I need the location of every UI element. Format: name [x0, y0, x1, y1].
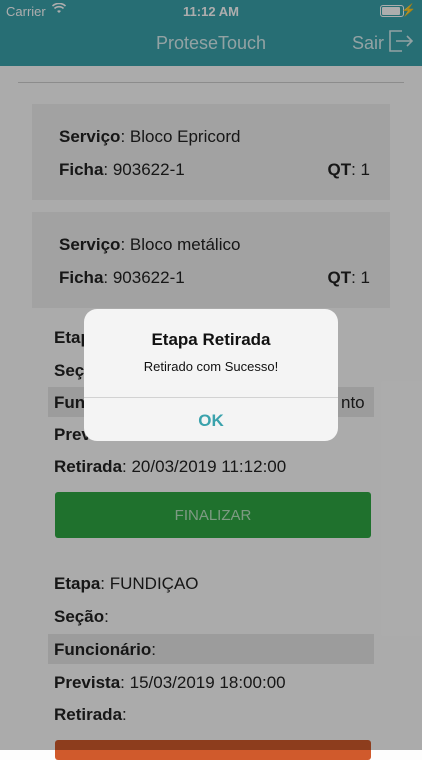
alert-title: Etapa Retirada — [151, 330, 271, 349]
alert-dialog: Etapa Retirada Retirado com Sucesso! OK — [84, 309, 338, 441]
alert-message: Retirado com Sucesso! — [143, 359, 279, 374]
alert-ok-button[interactable]: OK — [84, 398, 338, 441]
